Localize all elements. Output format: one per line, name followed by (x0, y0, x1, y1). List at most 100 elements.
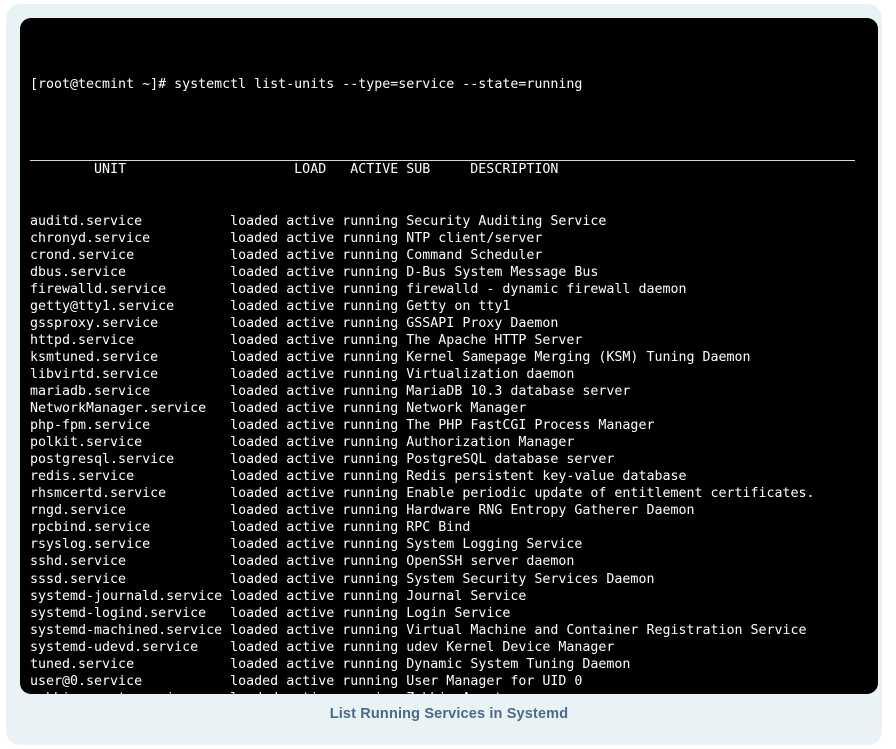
cell-description: Journal Service (406, 588, 527, 604)
cell-load: loaded (230, 639, 287, 655)
table-row: tuned.service loaded active running Dyna… (30, 656, 876, 673)
cell-unit: rhsmcertd.service (30, 486, 231, 502)
table-row: mariadb.service loaded active running Ma… (30, 383, 876, 400)
cell-sub: running (342, 503, 407, 519)
cell-active: active (286, 247, 343, 263)
cell-description: System Security Services Daemon (406, 571, 655, 587)
cell-active: active (286, 349, 343, 365)
cell-active: active (286, 622, 343, 638)
cell-unit: systemd-machined.service (30, 622, 231, 638)
table-row: crond.service loaded active running Comm… (30, 247, 876, 264)
table-row: user@0.service loaded active running Use… (30, 673, 876, 690)
table-row: sshd.service loaded active running OpenS… (30, 553, 876, 570)
cell-active: active (286, 571, 343, 587)
cell-sub: running (342, 435, 407, 451)
cell-unit: firewalld.service (30, 281, 231, 297)
cell-description: Kernel Samepage Merging (KSM) Tuning Dae… (406, 349, 751, 365)
cell-description: User Manager for UID 0 (406, 673, 583, 689)
cell-active: active (286, 486, 343, 502)
terminal-output[interactable]: [root@tecmint ~]# systemctl list-units -… (30, 25, 876, 694)
cell-sub: running (342, 332, 407, 348)
cell-unit: systemd-journald.service (30, 588, 231, 604)
cell-active: active (286, 503, 343, 519)
table-row: redis.service loaded active running Redi… (30, 468, 876, 485)
cell-load: loaded (230, 588, 287, 604)
cell-load: loaded (230, 571, 287, 587)
cell-active: active (286, 213, 343, 229)
cell-sub: running (342, 401, 407, 417)
cell-description: Redis persistent key-value database (406, 469, 687, 485)
table-row: postgresql.service loaded active running… (30, 451, 876, 468)
cell-description: udev Kernel Device Manager (406, 639, 615, 655)
cell-load: loaded (230, 418, 287, 434)
cell-unit: getty@tty1.service (30, 298, 231, 314)
cell-unit: crond.service (30, 247, 231, 263)
cell-unit: polkit.service (30, 435, 231, 451)
table-row: polkit.service loaded active running Aut… (30, 434, 876, 451)
table-row: gssproxy.service loaded active running G… (30, 315, 876, 332)
cell-description: PostgreSQL database server (406, 452, 615, 468)
cell-active: active (286, 264, 343, 280)
cell-active: active (286, 639, 343, 655)
cell-sub: running (342, 418, 407, 434)
cell-description: The Apache HTTP Server (406, 332, 583, 348)
cell-load: loaded (230, 298, 287, 314)
terminal-window[interactable]: [root@tecmint ~]# systemctl list-units -… (20, 18, 878, 694)
table-row: zabbix-agent.service loaded active runni… (30, 690, 876, 694)
cell-unit: gssproxy.service (30, 315, 231, 331)
cell-sub: running (342, 298, 407, 314)
table-row: auditd.service loaded active running Sec… (30, 213, 876, 230)
cell-description: GSSAPI Proxy Daemon (406, 315, 559, 331)
cell-description: Dynamic System Tuning Daemon (406, 656, 631, 672)
cell-sub: running (342, 366, 407, 382)
cell-sub: running (342, 588, 407, 604)
cell-load: loaded (230, 247, 287, 263)
table-row: sssd.service loaded active running Syste… (30, 571, 876, 588)
table-row: systemd-journald.service loaded active r… (30, 588, 876, 605)
table-row: libvirtd.service loaded active running V… (30, 366, 876, 383)
cell-unit: mariadb.service (30, 383, 231, 399)
cell-sub: running (342, 571, 407, 587)
cell-active: active (286, 588, 343, 604)
cell-unit: dbus.service (30, 264, 231, 280)
table-row: php-fpm.service loaded active running Th… (30, 417, 876, 434)
cell-load: loaded (230, 281, 287, 297)
cell-unit: libvirtd.service (30, 366, 231, 382)
cell-description: Virtual Machine and Container Registrati… (406, 622, 807, 638)
cell-load: loaded (230, 486, 287, 502)
cell-sub: running (342, 486, 407, 502)
cell-active: active (286, 469, 343, 485)
service-rows: auditd.service loaded active running Sec… (30, 213, 876, 694)
cell-sub: running (342, 520, 407, 536)
cell-description: Authorization Manager (406, 435, 575, 451)
table-row: rsyslog.service loaded active running Sy… (30, 536, 876, 553)
cell-sub: running (342, 605, 407, 621)
cell-load: loaded (230, 537, 287, 553)
cell-sub: running (342, 452, 407, 468)
cell-sub: running (342, 537, 407, 553)
cell-description: Getty on tty1 (406, 298, 511, 314)
cell-active: active (286, 230, 343, 246)
cell-active: active (286, 452, 343, 468)
cell-load: loaded (230, 673, 287, 689)
cell-sub: running (342, 383, 407, 399)
cell-unit: rngd.service (30, 503, 231, 519)
cell-active: active (286, 537, 343, 553)
cell-sub: running (342, 349, 407, 365)
cell-sub: running (342, 691, 406, 694)
cell-load: loaded (230, 435, 287, 451)
cell-load: loaded (230, 213, 287, 229)
cell-description: Login Service (406, 605, 511, 621)
cell-description: System Logging Service (406, 537, 583, 553)
cell-unit: auditd.service (30, 213, 231, 229)
cell-load: loaded (230, 349, 287, 365)
cell-active: active (286, 383, 343, 399)
cell-unit: redis.service (30, 469, 231, 485)
cell-load: loaded (230, 605, 287, 621)
command-line: [root@tecmint ~]# systemctl list-units -… (30, 77, 583, 93)
cell-active: active (286, 401, 343, 417)
cell-load: loaded (230, 503, 287, 519)
cell-load: loaded (230, 452, 287, 468)
cell-unit: zabbix-agent.service (30, 691, 230, 694)
cell-load: loaded (230, 691, 286, 694)
